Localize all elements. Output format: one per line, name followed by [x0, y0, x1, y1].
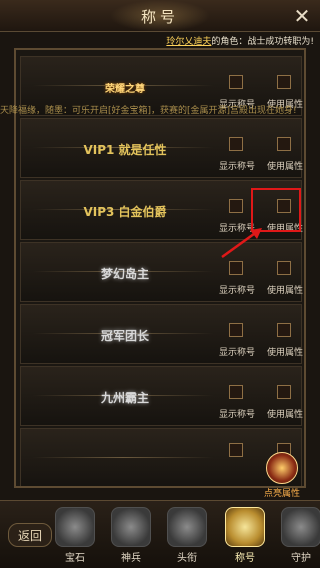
- bottom-tab-bar: 返回 宝石 神兵 头衔 称号 守护: [0, 500, 320, 568]
- title-badge: 梦幻岛主: [100, 266, 149, 281]
- tab-label: 宝石: [65, 553, 85, 564]
- use-attribute-label: 使用属性: [266, 162, 303, 172]
- gem-icon: [55, 507, 95, 547]
- show-title-checkbox[interactable]: [229, 261, 243, 275]
- system-ticker: 天降福缘，随墨：可乐开启[好金宝箱]，获赛的[金属开源]宫殿出现在她身!: [0, 106, 297, 116]
- pointer-arrow-icon: [221, 228, 262, 259]
- show-title-label: 显示称号: [218, 162, 255, 172]
- title-row: 九州霸主 显示称号 使用属性: [20, 366, 303, 426]
- use-attribute-label: 使用属性: [266, 410, 303, 420]
- show-title-checkbox[interactable]: [229, 443, 243, 457]
- title-badge: 九州霸主: [100, 390, 149, 405]
- tab-label: 守护: [291, 553, 311, 564]
- use-attribute-checkbox[interactable]: [277, 323, 291, 337]
- tab-gems[interactable]: 宝石: [48, 503, 102, 565]
- use-attribute-label: 使用属性: [266, 348, 303, 358]
- guard-icon: [281, 507, 320, 547]
- show-title-checkbox[interactable]: [229, 323, 243, 337]
- tab-label: 神兵: [121, 553, 141, 564]
- show-title-label: 显示称号: [218, 286, 255, 296]
- show-title-checkbox[interactable]: [229, 199, 243, 213]
- title-icon: [225, 507, 265, 547]
- use-attribute-checkbox[interactable]: [277, 385, 291, 399]
- activate-attribute-label: 点亮属性: [263, 489, 300, 499]
- title-badge: 冠军团长: [100, 328, 149, 343]
- sword-icon: [111, 507, 151, 547]
- activate-attribute-button[interactable]: 点亮属性: [256, 452, 308, 502]
- tab-label: 头衔: [177, 553, 197, 564]
- show-title-checkbox[interactable]: [229, 137, 243, 151]
- notice-message: 的角色：战士成功转职为!: [211, 37, 314, 47]
- title-badge: VIP1 就是任性: [83, 142, 167, 157]
- title-row: 冠军团长 显示称号 使用属性: [20, 304, 303, 364]
- rank-icon: [167, 507, 207, 547]
- use-attribute-checkbox[interactable]: [277, 75, 291, 89]
- tab-rank[interactable]: 头衔: [160, 503, 214, 565]
- notice-player[interactable]: 玲尔乂迪夫: [166, 37, 211, 47]
- tab-label: 称号: [235, 553, 255, 564]
- show-title-checkbox[interactable]: [229, 75, 243, 89]
- title-row: VIP1 就是任性 显示称号 使用属性: [20, 118, 303, 178]
- tab-guard[interactable]: 守护: [274, 503, 320, 565]
- tab-title[interactable]: 称号: [218, 503, 272, 565]
- show-title-label: 显示称号: [218, 348, 255, 358]
- activate-attribute-icon: [266, 452, 298, 484]
- close-icon[interactable]: ✕: [290, 4, 314, 28]
- page-title: 称号: [140, 8, 179, 26]
- tab-divine-weapon[interactable]: 神兵: [104, 503, 158, 565]
- back-button[interactable]: 返回: [8, 523, 52, 547]
- decor-line: [33, 457, 213, 458]
- use-attribute-checkbox[interactable]: [277, 261, 291, 275]
- title-badge: VIP3 白金伯爵: [83, 204, 167, 219]
- show-title-checkbox[interactable]: [229, 385, 243, 399]
- title-badge: 荣耀之尊: [105, 83, 145, 95]
- title-bar: 称号 ✕: [0, 0, 320, 32]
- show-title-label: 显示称号: [218, 410, 255, 420]
- use-attribute-checkbox[interactable]: [277, 137, 291, 151]
- use-attribute-label: 使用属性: [266, 286, 303, 296]
